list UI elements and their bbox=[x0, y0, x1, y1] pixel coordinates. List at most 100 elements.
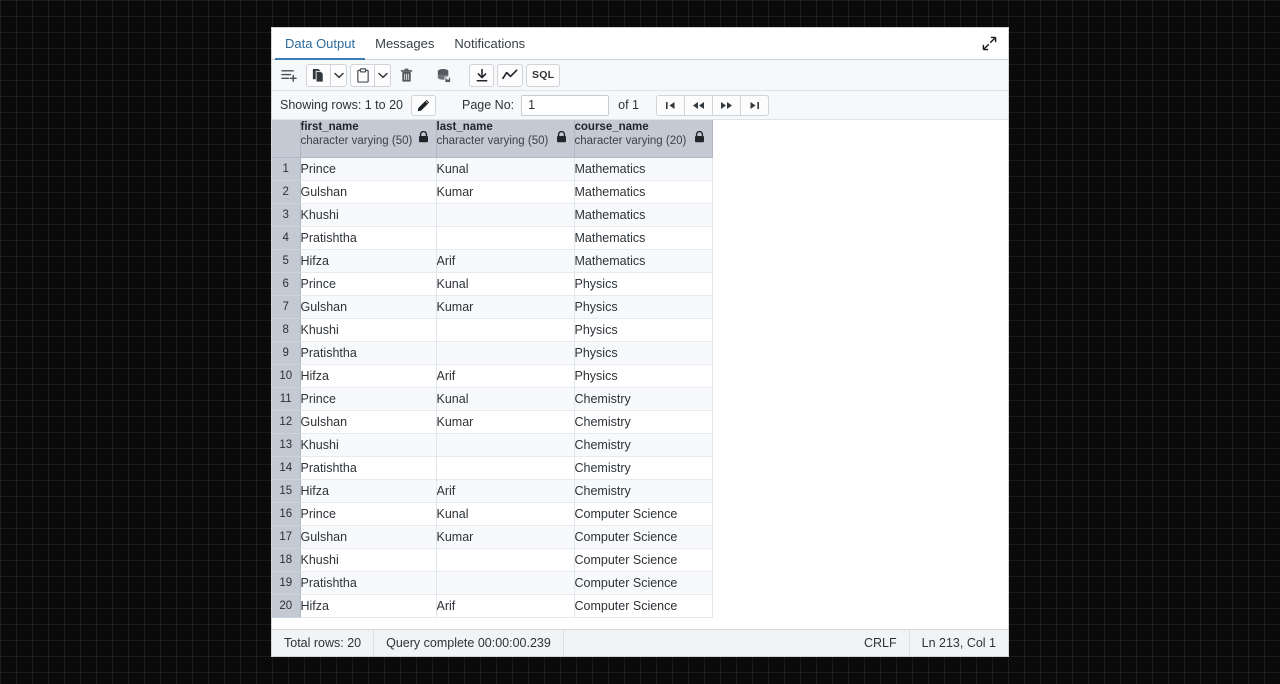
table-row[interactable]: 12GulshanKumarChemistry bbox=[272, 410, 712, 433]
next-page-button[interactable] bbox=[712, 95, 741, 116]
tab-notifications[interactable]: Notifications bbox=[444, 28, 535, 60]
column-header-course_name[interactable]: course_name character varying (20) bbox=[574, 120, 712, 157]
cell-course_name[interactable]: Chemistry bbox=[574, 479, 712, 502]
cell-last_name[interactable]: Kumar bbox=[436, 525, 574, 548]
cell-course_name[interactable]: Mathematics bbox=[574, 249, 712, 272]
previous-page-button[interactable] bbox=[684, 95, 713, 116]
paste-button[interactable] bbox=[350, 64, 375, 87]
cell-first_name[interactable]: Gulshan bbox=[300, 295, 436, 318]
cell-last_name[interactable]: Arif bbox=[436, 364, 574, 387]
cell-course_name[interactable]: Computer Science bbox=[574, 548, 712, 571]
cell-course_name[interactable]: Chemistry bbox=[574, 433, 712, 456]
table-row[interactable]: 20HifzaArifComputer Science bbox=[272, 594, 712, 617]
paste-options-button[interactable] bbox=[374, 64, 391, 87]
cell-last_name[interactable]: Kunal bbox=[436, 502, 574, 525]
cell-first_name[interactable]: Khushi bbox=[300, 548, 436, 571]
cell-first_name[interactable]: Hifza bbox=[300, 364, 436, 387]
copy-button[interactable] bbox=[306, 64, 331, 87]
table-row[interactable]: 10HifzaArifPhysics bbox=[272, 364, 712, 387]
cell-last_name[interactable]: Arif bbox=[436, 479, 574, 502]
cell-last_name[interactable] bbox=[436, 226, 574, 249]
table-row[interactable]: 7GulshanKumarPhysics bbox=[272, 295, 712, 318]
table-row[interactable]: 18KhushiComputer Science bbox=[272, 548, 712, 571]
last-page-button[interactable] bbox=[740, 95, 769, 116]
column-header-last_name[interactable]: last_name character varying (50) bbox=[436, 120, 574, 157]
cell-first_name[interactable]: Khushi bbox=[300, 433, 436, 456]
page-no-input[interactable] bbox=[521, 95, 609, 116]
first-page-button[interactable] bbox=[656, 95, 685, 116]
table-row[interactable]: 4PratishthaMathematics bbox=[272, 226, 712, 249]
cell-last_name[interactable]: Kunal bbox=[436, 387, 574, 410]
delete-row-button[interactable] bbox=[394, 64, 419, 87]
cell-course_name[interactable]: Physics bbox=[574, 272, 712, 295]
cell-first_name[interactable]: Prince bbox=[300, 272, 436, 295]
save-data-changes-button[interactable] bbox=[431, 64, 457, 87]
cell-last_name[interactable]: Arif bbox=[436, 249, 574, 272]
cell-course_name[interactable]: Chemistry bbox=[574, 387, 712, 410]
cell-first_name[interactable]: Pratishtha bbox=[300, 456, 436, 479]
table-row[interactable]: 2GulshanKumarMathematics bbox=[272, 180, 712, 203]
cell-first_name[interactable]: Prince bbox=[300, 157, 436, 180]
table-row[interactable]: 6PrinceKunalPhysics bbox=[272, 272, 712, 295]
cell-first_name[interactable]: Pratishtha bbox=[300, 571, 436, 594]
cell-course_name[interactable]: Physics bbox=[574, 364, 712, 387]
cell-last_name[interactable] bbox=[436, 456, 574, 479]
query-tool-sql-button[interactable]: SQL bbox=[526, 64, 560, 87]
tab-messages[interactable]: Messages bbox=[365, 28, 444, 60]
cell-last_name[interactable] bbox=[436, 548, 574, 571]
add-row-button[interactable] bbox=[276, 64, 303, 87]
cell-last_name[interactable]: Kumar bbox=[436, 295, 574, 318]
cell-last_name[interactable]: Kunal bbox=[436, 272, 574, 295]
cell-first_name[interactable]: Khushi bbox=[300, 203, 436, 226]
cell-first_name[interactable]: Gulshan bbox=[300, 525, 436, 548]
cell-first_name[interactable]: Pratishtha bbox=[300, 341, 436, 364]
table-row[interactable]: 15HifzaArifChemistry bbox=[272, 479, 712, 502]
tab-data-output[interactable]: Data Output bbox=[275, 28, 365, 60]
cell-first_name[interactable]: Hifza bbox=[300, 594, 436, 617]
cell-last_name[interactable] bbox=[436, 203, 574, 226]
results-grid-container[interactable]: first_name character varying (50) last_n… bbox=[272, 120, 1008, 629]
edit-rows-limit-button[interactable] bbox=[411, 95, 436, 116]
cell-course_name[interactable]: Physics bbox=[574, 318, 712, 341]
table-row[interactable]: 5HifzaArifMathematics bbox=[272, 249, 712, 272]
cell-course_name[interactable]: Physics bbox=[574, 341, 712, 364]
cell-course_name[interactable]: Chemistry bbox=[574, 456, 712, 479]
cell-last_name[interactable] bbox=[436, 318, 574, 341]
cell-first_name[interactable]: Gulshan bbox=[300, 410, 436, 433]
cell-course_name[interactable]: Computer Science bbox=[574, 502, 712, 525]
table-row[interactable]: 14PratishthaChemistry bbox=[272, 456, 712, 479]
table-row[interactable]: 19PratishthaComputer Science bbox=[272, 571, 712, 594]
table-row[interactable]: 17GulshanKumarComputer Science bbox=[272, 525, 712, 548]
cell-course_name[interactable]: Mathematics bbox=[574, 203, 712, 226]
cell-last_name[interactable]: Kunal bbox=[436, 157, 574, 180]
graph-visualiser-button[interactable] bbox=[497, 64, 523, 87]
cell-course_name[interactable]: Computer Science bbox=[574, 525, 712, 548]
table-row[interactable]: 9PratishthaPhysics bbox=[272, 341, 712, 364]
table-row[interactable]: 13KhushiChemistry bbox=[272, 433, 712, 456]
column-header-first_name[interactable]: first_name character varying (50) bbox=[300, 120, 436, 157]
cell-last_name[interactable] bbox=[436, 433, 574, 456]
table-row[interactable]: 3KhushiMathematics bbox=[272, 203, 712, 226]
cell-course_name[interactable]: Mathematics bbox=[574, 180, 712, 203]
cell-course_name[interactable]: Computer Science bbox=[574, 571, 712, 594]
cell-first_name[interactable]: Hifza bbox=[300, 249, 436, 272]
cell-last_name[interactable] bbox=[436, 571, 574, 594]
cell-last_name[interactable] bbox=[436, 341, 574, 364]
download-results-button[interactable] bbox=[469, 64, 494, 87]
cell-first_name[interactable]: Prince bbox=[300, 387, 436, 410]
cell-course_name[interactable]: Mathematics bbox=[574, 157, 712, 180]
cell-first_name[interactable]: Prince bbox=[300, 502, 436, 525]
cell-last_name[interactable]: Kumar bbox=[436, 410, 574, 433]
table-row[interactable]: 8KhushiPhysics bbox=[272, 318, 712, 341]
table-row[interactable]: 1PrinceKunalMathematics bbox=[272, 157, 712, 180]
cell-course_name[interactable]: Physics bbox=[574, 295, 712, 318]
copy-options-button[interactable] bbox=[330, 64, 347, 87]
cell-last_name[interactable]: Kumar bbox=[436, 180, 574, 203]
cell-course_name[interactable]: Chemistry bbox=[574, 410, 712, 433]
cell-first_name[interactable]: Hifza bbox=[300, 479, 436, 502]
cell-course_name[interactable]: Computer Science bbox=[574, 594, 712, 617]
cell-last_name[interactable]: Arif bbox=[436, 594, 574, 617]
cell-first_name[interactable]: Pratishtha bbox=[300, 226, 436, 249]
table-row[interactable]: 11PrinceKunalChemistry bbox=[272, 387, 712, 410]
expand-panel-button[interactable] bbox=[978, 33, 1000, 55]
